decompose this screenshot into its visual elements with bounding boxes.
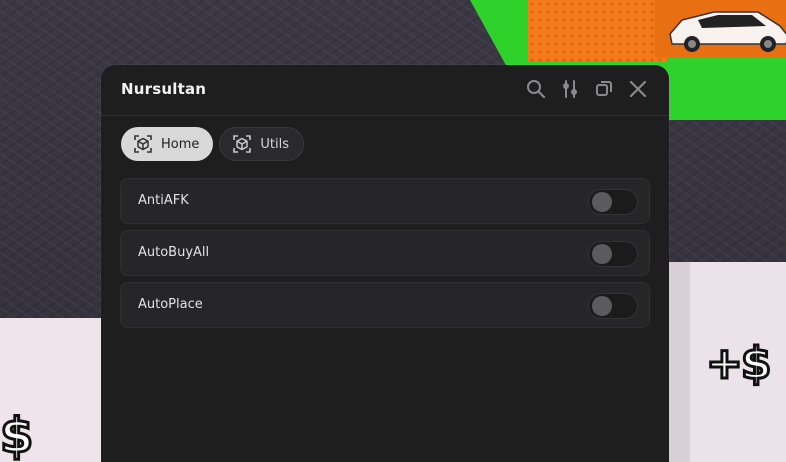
- tab-bar: Home Utils: [121, 127, 304, 161]
- cube-icon: [233, 135, 252, 153]
- car-image: [669, 11, 786, 52]
- toggle-switch[interactable]: [588, 241, 638, 267]
- panel-header: Nursultan: [101, 65, 669, 116]
- toggle-list: AntiAFK AutoBuyAll AutoPlace: [120, 178, 650, 328]
- toggle-switch[interactable]: [588, 293, 638, 319]
- decorative-symbol: $: [0, 407, 35, 462]
- minimize-icon[interactable]: [593, 78, 615, 100]
- panel-title: Nursultan: [121, 80, 207, 98]
- toggle-knob: [592, 244, 612, 264]
- toggle-knob: [592, 296, 612, 316]
- toggle-label: AutoBuyAll: [138, 245, 210, 260]
- toggle-switch[interactable]: [588, 189, 638, 215]
- close-icon[interactable]: [627, 78, 649, 100]
- search-icon[interactable]: [525, 78, 547, 100]
- orange-block: [528, 0, 668, 62]
- header-actions: [525, 78, 649, 100]
- sliders-icon[interactable]: [559, 78, 581, 100]
- toggle-row-antiafk[interactable]: AntiAFK: [120, 178, 650, 224]
- toggle-row-autoplace[interactable]: AutoPlace: [120, 282, 650, 328]
- tab-label: Utils: [260, 136, 289, 152]
- decorative-symbol: +$: [704, 337, 773, 391]
- tab-home[interactable]: Home: [121, 127, 214, 161]
- script-panel: Nursultan Home Utils AntiAFK AutoBuyAll …: [101, 65, 669, 462]
- toggle-knob: [592, 192, 612, 212]
- tab-label: Home: [161, 136, 200, 152]
- cube-icon: [134, 135, 152, 153]
- tab-utils[interactable]: Utils: [219, 127, 304, 161]
- toggle-label: AntiAFK: [138, 193, 189, 208]
- toggle-row-autobuyall[interactable]: AutoBuyAll: [120, 230, 650, 276]
- toggle-label: AutoPlace: [138, 297, 203, 312]
